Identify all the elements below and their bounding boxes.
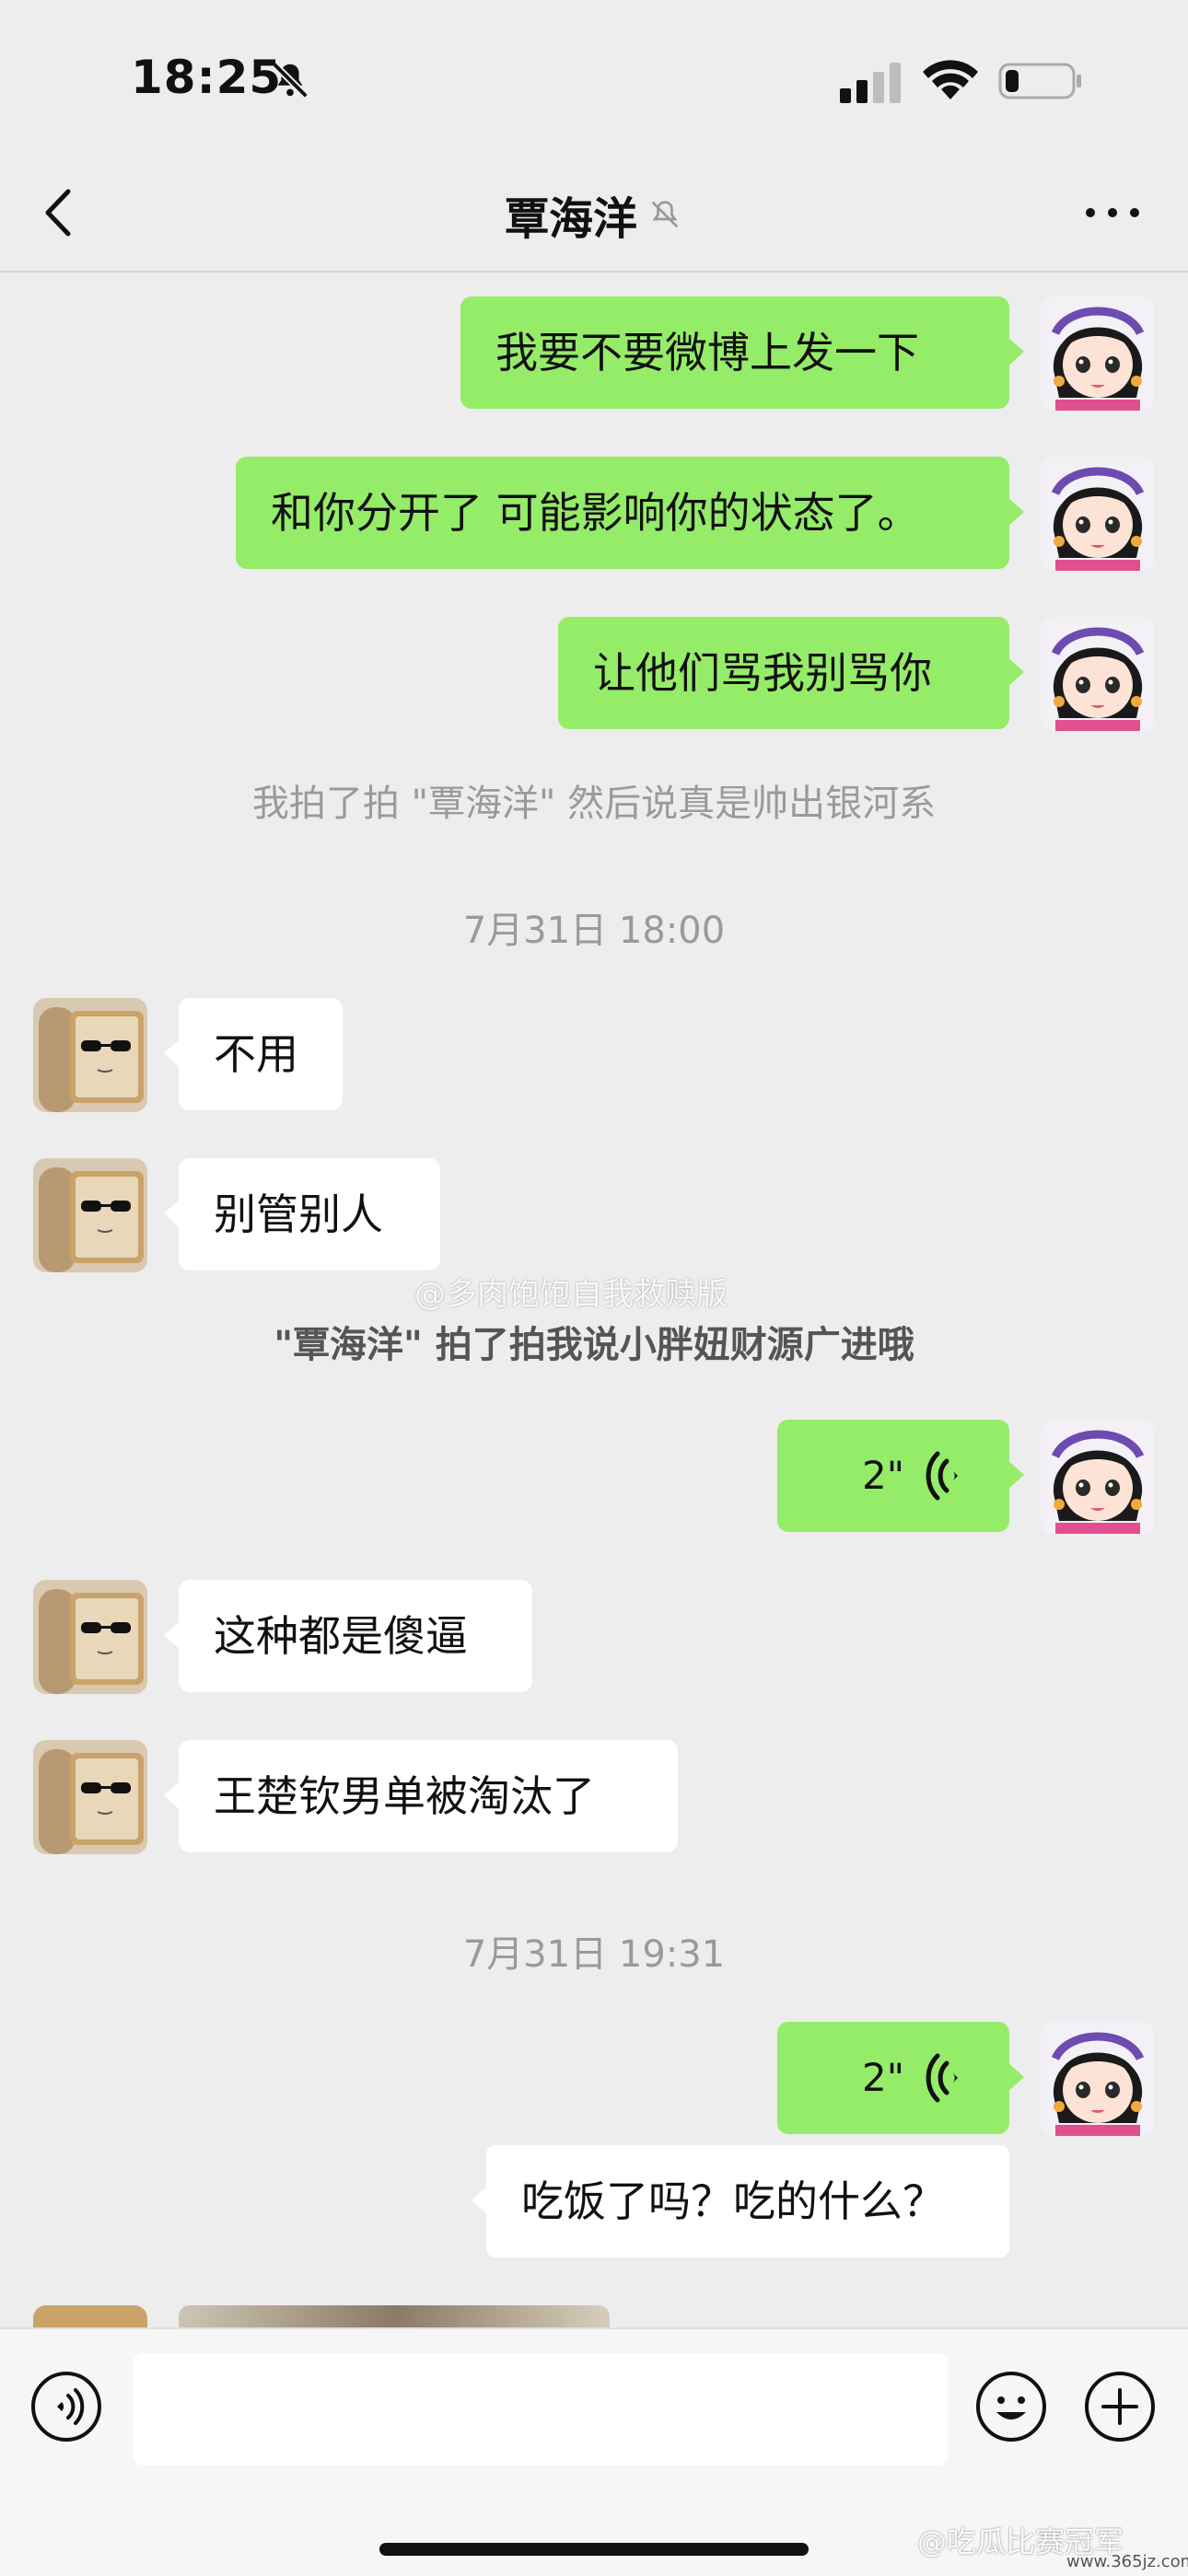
plus-icon[interactable]: [1083, 2370, 1157, 2443]
message-text: 不用: [214, 1029, 298, 1079]
pat-notice: 我拍了拍 "覃海洋" 然后说真是帅出银河系: [251, 783, 937, 825]
status-time: 18:25: [131, 51, 283, 104]
contact-avatar[interactable]: [33, 1580, 147, 1694]
emoji-icon[interactable]: [974, 2370, 1048, 2443]
contact-name: 覃海洋: [504, 193, 637, 245]
contact-avatar[interactable]: [33, 998, 147, 1112]
my-avatar[interactable]: [1041, 296, 1155, 411]
voice-message[interactable]: 2": [777, 1420, 1024, 1532]
partial-contact-avatar[interactable]: [33, 2305, 147, 2327]
my-avatar[interactable]: [1041, 2022, 1155, 2136]
message-text: 王楚钦男单被淘汰了: [214, 1771, 595, 1821]
message-text: 我要不要微博上发一下: [495, 328, 919, 377]
voice-duration: 2": [862, 2055, 905, 2100]
voice-wave-icon: [926, 2053, 958, 2103]
message-text: 和你分开了 可能影响你的状态了。: [271, 488, 920, 538]
my-avatar[interactable]: [1041, 617, 1155, 731]
voice-wave-icon: [926, 1451, 958, 1501]
more-dots-icon[interactable]: [1076, 182, 1149, 243]
watermark: @多肉饱饱自我救赎版: [414, 1276, 728, 1313]
partial-image-message[interactable]: [179, 2305, 610, 2327]
chat-header: 覃海洋: [0, 157, 1188, 273]
message-text: 吃饭了吗？吃的什么？: [521, 2176, 945, 2226]
pat-notice: "覃海洋" 拍了拍我说小胖妞财源广进哦: [274, 1324, 914, 1366]
sent-message[interactable]: 我要不要微博上发一下: [460, 296, 1024, 409]
voice-message[interactable]: 2": [777, 2022, 1024, 2134]
battery-icon: [998, 63, 1081, 99]
contact-avatar[interactable]: [33, 1158, 147, 1272]
status-bar: 18:25: [0, 0, 1188, 157]
sent-message[interactable]: 和你分开了 可能影响你的状态了。: [236, 457, 1024, 569]
home-indicator: [379, 2543, 809, 2556]
message-text: 这种都是傻逼: [214, 1611, 468, 1661]
received-message[interactable]: 这种都是傻逼: [164, 1580, 532, 1692]
bell-slash-icon: [651, 201, 679, 228]
signal-icon: [840, 63, 901, 103]
bell-slash-icon: [272, 62, 309, 99]
received-message[interactable]: 王楚钦男单被淘汰了: [164, 1740, 678, 1852]
received-message[interactable]: 不用: [164, 998, 343, 1110]
site-watermark: www.365jz.com: [1066, 2552, 1188, 2571]
wifi-icon: [923, 60, 978, 99]
received-message[interactable]: 别管别人: [164, 1158, 440, 1271]
message-text: 让他们骂我别骂你: [593, 648, 932, 698]
timestamp: 7月31日 18:00: [462, 910, 726, 952]
timestamp: 7月31日 19:31: [462, 1933, 726, 1976]
voice-duration: 2": [862, 1453, 905, 1498]
text-message[interactable]: 吃饭了吗？吃的什么？: [472, 2145, 1009, 2257]
my-avatar[interactable]: [1041, 1420, 1155, 1534]
chat-title: 覃海洋: [0, 182, 1188, 247]
my-avatar[interactable]: [1041, 457, 1155, 571]
contact-avatar[interactable]: [33, 1740, 147, 1854]
voice-input-icon[interactable]: [29, 2370, 103, 2443]
message-input[interactable]: [133, 2353, 949, 2466]
sent-message[interactable]: 让他们骂我别骂你: [558, 617, 1024, 729]
message-text: 别管别人: [214, 1189, 383, 1239]
